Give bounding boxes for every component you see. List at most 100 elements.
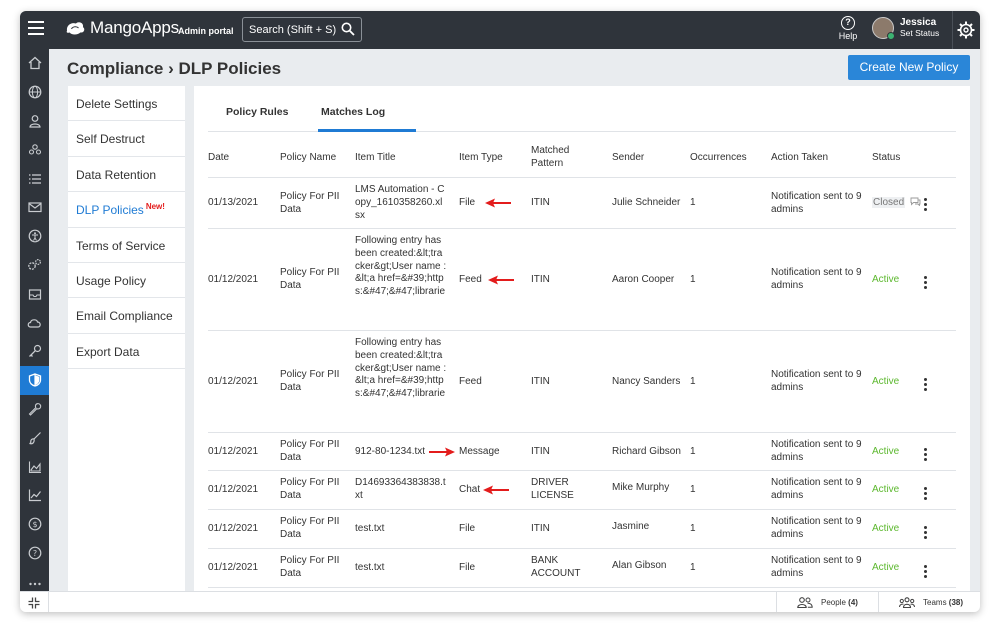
header-policy-name[interactable]: Policy Name [280,152,350,165]
mail-icon [27,202,42,213]
rail-wrench[interactable] [20,395,49,424]
gears-icon [28,258,42,270]
cell-date: 01/12/2021 [208,376,259,387]
rail-inbox[interactable] [20,279,49,308]
cell-sender: Alan Gibson [612,560,667,571]
rail-globe[interactable] [20,78,49,107]
menu-item-self-destruct[interactable]: Self Destruct [68,121,185,157]
people-button[interactable]: People (4) [776,592,878,612]
collapse-icon [28,597,40,608]
row-actions-menu[interactable] [924,198,944,213]
key-icon [28,345,41,358]
comment-icon[interactable] [910,197,921,207]
cell-sender: Mike Murphy [612,482,670,493]
trend-icon [28,489,41,502]
header-item-type[interactable]: Item Type [459,152,529,165]
collapse-button[interactable] [20,592,49,612]
gear-icon[interactable] [957,21,975,39]
menu-item-export-data[interactable]: Export Data [68,334,185,370]
cell-date: 01/13/2021 [208,197,259,208]
search-input[interactable]: Search (Shift + S) [242,17,362,42]
cell-date: 01/12/2021 [208,446,259,457]
table-row[interactable]: 01/12/2021 Policy For PII Data D14693364… [208,471,956,510]
teams-label: Teams [923,598,947,607]
rail-cloud[interactable] [20,308,49,337]
arrow-annotation-icon [483,485,509,495]
globe-icon [28,85,41,99]
rail-brush[interactable] [20,423,49,452]
header-item-title[interactable]: Item Title [355,152,455,165]
tab-policy-rules[interactable]: Policy Rules [226,106,288,118]
menu-item-email-compliance[interactable]: Email Compliance [68,298,185,334]
user-menu[interactable]: Jessica Set Status [872,17,939,40]
icon-rail: $ ? [20,49,49,591]
menu-icon[interactable] [28,21,46,39]
kebab-icon [924,487,927,500]
rail-trend[interactable] [20,481,49,510]
table-row[interactable]: 01/13/2021 Policy For PII Data LMS Autom… [208,178,956,229]
new-badge: New! [145,202,165,212]
brand-logo[interactable]: MangoApps [64,18,179,38]
cell-item-title[interactable]: D14693364383838.txt [355,477,447,503]
rail-key[interactable] [20,337,49,366]
cell-item-title[interactable]: test.txt [355,523,455,536]
menu-item-dlp-policies[interactable]: DLP Policies New! [68,192,185,228]
search-icon[interactable] [341,22,355,36]
table-header: Date Policy Name Item Title Item Type Ma… [208,132,956,178]
help-circle-icon: ? [28,546,41,560]
rail-group[interactable] [20,135,49,164]
app-window: MangoApps Admin portal Search (Shift + S… [20,11,980,612]
menu-item-terms-of-service[interactable]: Terms of Service [68,228,185,263]
page-title: Compliance › DLP Policies [67,59,282,78]
cell-date: 01/12/2021 [208,274,259,285]
header-action-taken[interactable]: Action Taken [771,152,871,165]
cell-matched-pattern: ITIN [531,274,550,285]
menu-item-data-retention[interactable]: Data Retention [68,157,185,193]
rail-gears[interactable] [20,251,49,280]
rail-accessibility[interactable] [20,222,49,251]
rail-security[interactable] [20,365,49,395]
rail-help[interactable]: ? [20,539,49,568]
header-occurrences[interactable]: Occurrences [690,152,766,165]
cell-item-title[interactable]: LMS Automation - Copy_1610358260.xlsx [355,184,447,222]
header-matched-pattern[interactable]: Matched Pattern [531,145,577,171]
row-actions-menu[interactable] [924,378,944,393]
rail-mail[interactable] [20,193,49,222]
menu-item-delete-settings[interactable]: Delete Settings [68,86,185,122]
list-icon [28,173,41,184]
teams-button[interactable]: Teams (38) [878,592,980,612]
row-actions-menu[interactable] [924,487,944,502]
teams-icon [899,597,915,608]
header-date[interactable]: Date [208,152,278,165]
header-status[interactable]: Status [872,152,932,165]
cell-date: 01/12/2021 [208,562,259,573]
cell-item-title[interactable]: test.txt [355,562,455,575]
table-row[interactable]: 01/12/2021 Policy For PII Data test.txt … [208,549,956,588]
shield-icon [28,373,41,387]
table-row[interactable]: 01/12/2021 Policy For PII Data Following… [208,229,956,331]
rail-dollar[interactable]: $ [20,510,49,539]
cell-item-title[interactable]: Following entry has been created:&lt;tra… [355,235,447,299]
create-new-policy-button[interactable]: Create New Policy [848,55,970,80]
set-status-link[interactable]: Set Status [900,28,939,39]
row-actions-menu[interactable] [924,526,944,541]
rail-chart-area[interactable] [20,452,49,481]
inbox-icon [28,289,41,300]
row-actions-menu[interactable] [924,276,944,291]
tab-matches-log[interactable]: Matches Log [321,106,385,118]
row-actions-menu[interactable] [924,448,944,463]
cell-matched-pattern: ITIN [531,376,550,387]
brush-icon [28,431,41,445]
row-actions-menu[interactable] [924,565,944,580]
header-sender[interactable]: Sender [612,152,690,165]
rail-list[interactable] [20,164,49,193]
menu-item-usage-policy[interactable]: Usage Policy [68,263,185,299]
rail-home[interactable] [20,49,49,78]
table-row[interactable]: 01/12/2021 Policy For PII Data 912-80-12… [208,433,956,471]
rail-user[interactable] [20,107,49,136]
cell-item-title[interactable]: Following entry has been created:&lt;tra… [355,337,447,401]
cell-status: Closed [872,197,932,210]
table-row[interactable]: 01/12/2021 Policy For PII Data test.txt … [208,510,956,549]
table-row[interactable]: 01/12/2021 Policy For PII Data Following… [208,331,956,433]
help-button[interactable]: ? Help [836,16,860,41]
